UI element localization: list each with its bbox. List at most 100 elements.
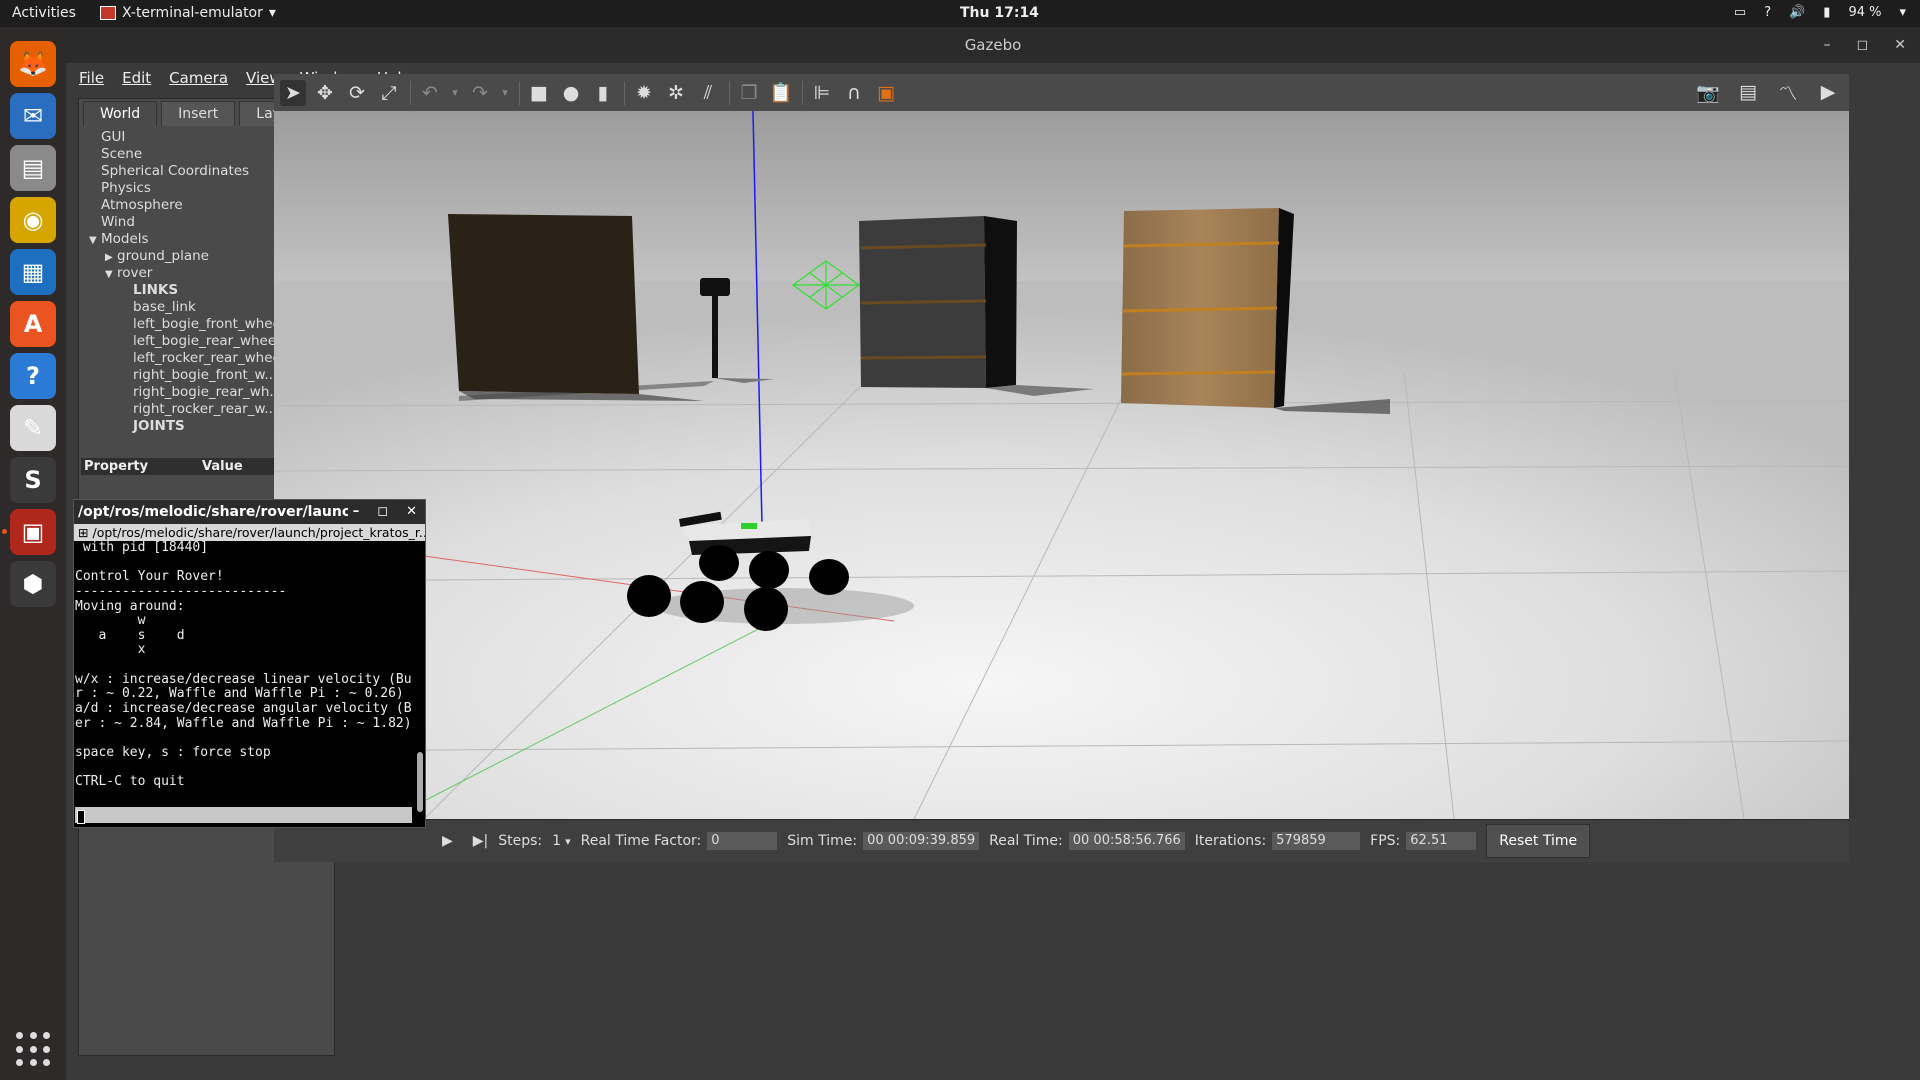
terminal-line: space key, s : force stop bbox=[75, 744, 271, 760]
terminal-tab-title: /opt/ros/melodic/share/rover/launch/proj… bbox=[92, 525, 425, 540]
log-icon[interactable]: ▤ bbox=[1735, 79, 1761, 105]
virtualbox-icon[interactable]: ⬢ bbox=[10, 561, 56, 607]
screen-icon: ▭ bbox=[1733, 5, 1747, 20]
maximize-icon[interactable]: ◻ bbox=[1857, 37, 1869, 53]
terminal-tab-icon: ⊞ bbox=[78, 525, 89, 540]
activities-button[interactable]: Activities bbox=[12, 5, 76, 21]
value-column-header: Value bbox=[202, 459, 243, 474]
terminal-app-icon bbox=[100, 6, 116, 20]
cylinder-shape-icon[interactable]: ▮ bbox=[590, 80, 616, 106]
spot-light-icon[interactable]: ✲ bbox=[663, 80, 689, 106]
chevron-down-icon[interactable]: ▼ bbox=[105, 266, 117, 283]
snap-icon[interactable]: ∩ bbox=[841, 80, 867, 106]
thunderbird-icon[interactable]: ✉ bbox=[10, 93, 56, 139]
real-time-factor-value: 0 bbox=[707, 832, 778, 850]
clock[interactable]: Thu 17:14 bbox=[960, 5, 1039, 21]
copy-icon[interactable]: ❐ bbox=[736, 80, 762, 106]
terminal-output[interactable]: with pid [18440] Control Your Rover! -----… bbox=[75, 541, 412, 803]
tree-item-label: Wind bbox=[101, 214, 135, 230]
3d-viewport[interactable] bbox=[274, 111, 1849, 819]
step-icon[interactable]: ▶| bbox=[473, 833, 488, 849]
point-light-icon[interactable]: ✹ bbox=[631, 80, 657, 106]
steps-label: Steps: bbox=[498, 833, 543, 849]
chevron-down-icon[interactable]: ▾ bbox=[449, 80, 461, 106]
box-shape-icon[interactable]: ■ bbox=[526, 80, 552, 106]
firefox-icon[interactable]: 🦊 bbox=[10, 41, 56, 87]
ubuntu-software-icon[interactable]: A bbox=[10, 301, 56, 347]
chevron-down-icon: ▾ bbox=[268, 5, 276, 21]
tree-item-label: GUI bbox=[101, 129, 126, 145]
volume-icon: 🔊 bbox=[1789, 5, 1806, 20]
undo-icon[interactable]: ↶ bbox=[417, 80, 443, 106]
app-menu[interactable]: X-terminal-emulator ▾ bbox=[100, 5, 276, 21]
tree-item-label: Atmosphere bbox=[101, 197, 183, 213]
document-viewer-icon[interactable]: ✎ bbox=[10, 405, 56, 451]
scale-mode-icon[interactable]: ⤢ bbox=[376, 80, 402, 106]
menu-edit[interactable]: Edit bbox=[122, 69, 151, 87]
dock: 🦊 ✉ ▤ ◉ ▦ A? ✎ S ▣ ⬢ bbox=[0, 27, 66, 1080]
screenshot-icon[interactable]: 📷 bbox=[1695, 79, 1721, 105]
close-icon[interactable]: ✕ bbox=[1894, 37, 1906, 53]
tab-world[interactable]: World bbox=[83, 101, 158, 126]
top-bar: Activities X-terminal-emulator ▾ Thu 17:… bbox=[0, 0, 1920, 27]
chevron-down-icon[interactable]: ▼ bbox=[89, 232, 101, 249]
help-icon: ? bbox=[1764, 5, 1772, 20]
rhythmbox-icon[interactable]: ◉ bbox=[10, 197, 56, 243]
terminal-scrollbar[interactable] bbox=[417, 752, 423, 812]
redo-icon[interactable]: ↷ bbox=[467, 80, 493, 106]
minimize-icon[interactable]: – bbox=[353, 500, 360, 524]
tree-item-label: ground_plane bbox=[117, 248, 209, 264]
minimize-icon[interactable]: – bbox=[1824, 37, 1831, 53]
tree-item-label: rover bbox=[117, 265, 153, 281]
sublime-text-icon[interactable]: S bbox=[10, 457, 56, 503]
chevron-right-icon[interactable]: ▶ bbox=[105, 249, 117, 266]
toolbar: ➤ ✥ ⟳ ⤢ ↶ ▾ ↷ ▾ ■ ● ▮ ✹ ✲ ⫽ ❐ 📋 ⊫ ∩ ▣ 📷 … bbox=[274, 74, 1849, 111]
sphere-shape-icon[interactable]: ● bbox=[558, 80, 584, 106]
reset-time-button[interactable]: Reset Time bbox=[1486, 824, 1591, 858]
libreoffice-writer-icon[interactable]: ▦ bbox=[10, 249, 56, 295]
help-icon[interactable]: ? bbox=[10, 353, 56, 399]
chevron-down-icon[interactable]: ▾ bbox=[565, 835, 571, 848]
select-mode-icon[interactable]: ➤ bbox=[280, 79, 306, 106]
terminal-input-line[interactable] bbox=[75, 807, 412, 823]
close-icon[interactable]: ✕ bbox=[406, 500, 417, 524]
tree-item-label: Spherical Coordinates bbox=[101, 163, 250, 179]
simulation-status-bar: ▶ ▶| Steps: 1 ▾ Real Time Factor: 0 Sim … bbox=[274, 819, 1849, 862]
steps-value[interactable]: 1 bbox=[552, 833, 561, 849]
paste-icon[interactable]: 📋 bbox=[768, 80, 794, 106]
directional-light-icon[interactable]: ⫽ bbox=[695, 80, 721, 106]
menu-camera[interactable]: Camera bbox=[169, 69, 228, 87]
sim-time-value: 00 00:09:39.859 bbox=[863, 832, 980, 850]
system-tray[interactable]: ▭ ? 🔊 ▮ 94 % ▾ bbox=[1734, 5, 1906, 20]
translate-mode-icon[interactable]: ✥ bbox=[312, 80, 338, 106]
terminal-icon[interactable]: ▣ bbox=[10, 509, 56, 555]
app-menu-label: X-terminal-emulator bbox=[122, 5, 263, 21]
rotate-mode-icon[interactable]: ⟳ bbox=[344, 80, 370, 106]
terminal-tab[interactable]: ⊞/opt/ros/melodic/share/rover/launch/pro… bbox=[74, 524, 425, 541]
maximize-icon[interactable]: ◻ bbox=[377, 500, 388, 524]
show-applications-icon[interactable] bbox=[16, 1032, 52, 1068]
terminal-window[interactable]: /opt/ros/melodic/share/rover/launch/proj… bbox=[73, 499, 426, 828]
fps-label: FPS: bbox=[1370, 833, 1401, 849]
chevron-down-icon[interactable]: ▾ bbox=[499, 80, 511, 106]
align-icon[interactable]: ⊫ bbox=[809, 80, 835, 106]
property-column-header: Property bbox=[84, 459, 149, 474]
menu-file[interactable]: File bbox=[79, 69, 104, 87]
scene-render bbox=[274, 111, 1849, 819]
tree-item-label: left_bogie_front_wheel bbox=[133, 316, 285, 332]
sim-time-label: Sim Time: bbox=[787, 833, 858, 849]
tree-item-label: left_bogie_rear_wheel bbox=[133, 333, 280, 349]
tree-item-label: LINKS bbox=[133, 282, 179, 298]
tab-insert[interactable]: Insert bbox=[161, 101, 236, 126]
terminal-line: Control Your Rover! bbox=[75, 569, 224, 585]
change-view-icon[interactable]: ▣ bbox=[873, 80, 899, 106]
files-icon[interactable]: ▤ bbox=[10, 145, 56, 191]
tree-item-label: Models bbox=[101, 231, 149, 247]
play-icon[interactable]: ▶ bbox=[442, 833, 453, 849]
real-time-factor-label: Real Time Factor: bbox=[580, 833, 702, 849]
iterations-label: Iterations: bbox=[1194, 833, 1267, 849]
terminal-titlebar[interactable]: /opt/ros/melodic/share/rover/launch/proj… bbox=[74, 500, 425, 524]
terminal-line: x bbox=[75, 642, 146, 658]
plot-icon[interactable]: 〽 bbox=[1775, 79, 1801, 105]
video-record-icon[interactable]: ▶ bbox=[1815, 79, 1841, 105]
